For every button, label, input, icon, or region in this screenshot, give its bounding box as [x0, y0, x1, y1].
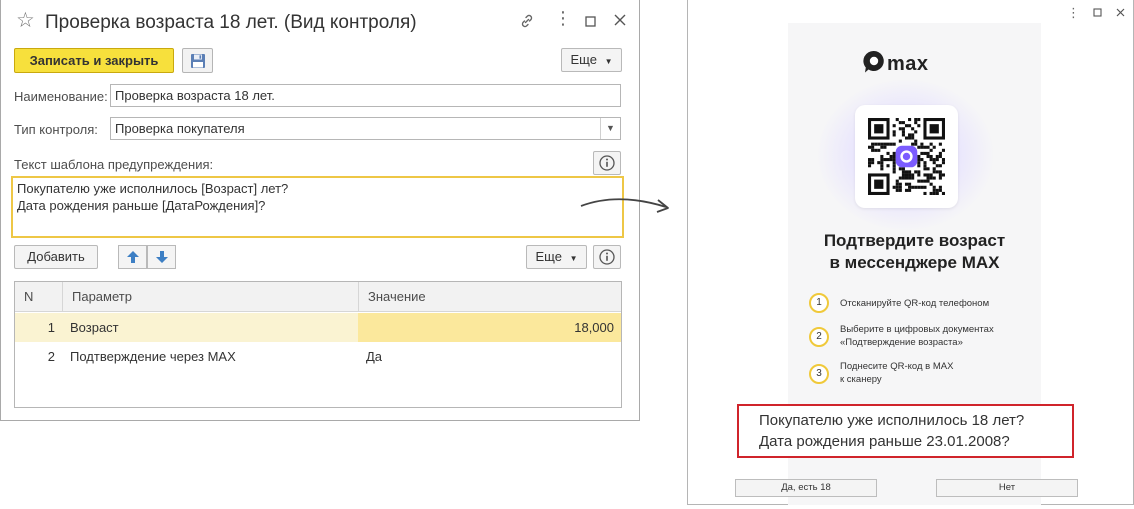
write-and-close-button[interactable]: Записать и закрыть: [14, 48, 174, 73]
info-icon: [599, 155, 615, 171]
step-2-line-1: Выберите в цифровых документах: [840, 324, 994, 335]
chevron-down-icon: ▼: [604, 57, 613, 66]
maximize-icon[interactable]: [1093, 8, 1102, 20]
step-2-line-2: «Подтверждение возраста»: [840, 337, 963, 348]
table-row[interactable]: 2 Подтверждение через MAX Да: [15, 342, 621, 371]
move-down-button[interactable]: [147, 245, 176, 269]
params-table: N Параметр Значение 1 Возраст 18,000 2 П…: [14, 281, 622, 408]
more-menu-button[interactable]: Еще ▼: [561, 48, 622, 72]
name-field[interactable]: Проверка возраста 18 лет.: [110, 84, 621, 107]
control-type-form: ☆ Проверка возраста 18 лет. (Вид контрол…: [0, 0, 640, 421]
close-icon[interactable]: [1116, 8, 1125, 20]
template-line-1: Покупателю уже исполнилось [Возраст] лет…: [17, 181, 289, 196]
template-textarea[interactable]: Покупателю уже исполнилось [Возраст] лет…: [11, 176, 624, 238]
move-up-button[interactable]: [118, 245, 147, 269]
name-label: Наименование:: [14, 89, 108, 104]
chevron-down-icon: ▼: [569, 254, 578, 263]
params-more-button[interactable]: Еще ▼: [526, 245, 587, 269]
yes-18-button[interactable]: Да, есть 18: [735, 479, 877, 497]
row-number: 1: [47, 320, 55, 335]
control-type-select[interactable]: Проверка покупателя ▼: [110, 117, 621, 140]
table-header: N Параметр Значение: [15, 282, 621, 312]
table-row[interactable]: 1 Возраст 18,000: [15, 313, 621, 342]
dropdown-icon[interactable]: ▼: [600, 118, 620, 139]
info-icon: [599, 249, 615, 265]
max-confirmation-dialog: ⋮ max Подтвердите возраст в мессенджере …: [687, 0, 1134, 505]
control-type-label: Тип контроля:: [14, 122, 98, 137]
heading-line-2: в мессенджере MAX: [829, 253, 1000, 272]
step-1-text: Отсканируйте QR-код телефоном: [840, 297, 989, 310]
column-header-param[interactable]: Параметр: [62, 282, 358, 312]
step-3-line-2: к сканеру: [840, 374, 882, 385]
add-button[interactable]: Добавить: [14, 245, 98, 269]
more-icon[interactable]: ⋮: [1067, 6, 1080, 19]
template-info-button[interactable]: [593, 151, 621, 175]
dialog-heading: Подтвердите возраст в мессенджере MAX: [788, 230, 1041, 274]
brand-name: max: [887, 53, 929, 75]
param-value[interactable]: Да: [366, 342, 382, 371]
template-line-2: Дата рождения раньше [ДатаРождения]?: [17, 198, 266, 213]
step-1-badge: 1: [809, 293, 829, 313]
form-titlebar: ☆ Проверка возраста 18 лет. (Вид контрол…: [1, 0, 641, 46]
template-label: Текст шаблона предупреждения:: [14, 157, 214, 172]
step-3-line-1: Поднесите QR-код в MAX: [840, 361, 954, 372]
step-2-text: Выберите в цифровых документах «Подтверж…: [840, 323, 994, 349]
arrow-up-icon: [127, 251, 139, 263]
params-info-button[interactable]: [593, 245, 621, 269]
param-name: Возраст: [70, 320, 119, 335]
more-icon[interactable]: ⋮: [554, 9, 572, 27]
message-line-1: Покупателю уже исполнилось 18 лет?: [759, 412, 1025, 429]
maximize-icon[interactable]: [585, 15, 596, 31]
column-header-value[interactable]: Значение: [358, 282, 621, 312]
flow-arrow: [580, 198, 669, 213]
message-line-2: Дата рождения раньше 23.01.2008?: [759, 433, 1010, 450]
more-label: Еще: [570, 52, 597, 67]
params-more-label: Еще: [535, 249, 562, 264]
step-2-badge: 2: [809, 327, 829, 347]
floppy-disk-icon: [191, 54, 205, 68]
qr-code: [855, 105, 958, 208]
row-number: 2: [47, 349, 55, 364]
max-logo-icon: [863, 50, 884, 73]
param-name: Подтверждение через MAX: [70, 349, 236, 364]
close-icon[interactable]: [614, 14, 626, 30]
form-title: Проверка возраста 18 лет. (Вид контроля): [45, 12, 417, 33]
no-button[interactable]: Нет: [936, 479, 1078, 497]
step-3-badge: 3: [809, 364, 829, 384]
heading-line-1: Подтвердите возраст: [823, 231, 1006, 250]
step-1-line-1: Отсканируйте QR-код телефоном: [840, 298, 990, 309]
qr-code-icon: [868, 118, 945, 195]
control-type-value: Проверка покупателя: [115, 121, 245, 136]
confirmation-message: Покупателю уже исполнилось 18 лет? Дата …: [737, 404, 1074, 458]
param-value[interactable]: 18,000: [358, 313, 614, 342]
column-header-n[interactable]: N: [15, 282, 62, 312]
arrow-down-icon: [156, 251, 168, 263]
save-button[interactable]: [182, 48, 213, 73]
star-icon[interactable]: ☆: [16, 10, 35, 31]
link-icon[interactable]: [519, 13, 535, 33]
step-3-text: Поднесите QR-код в MAX к сканеру: [840, 360, 953, 386]
